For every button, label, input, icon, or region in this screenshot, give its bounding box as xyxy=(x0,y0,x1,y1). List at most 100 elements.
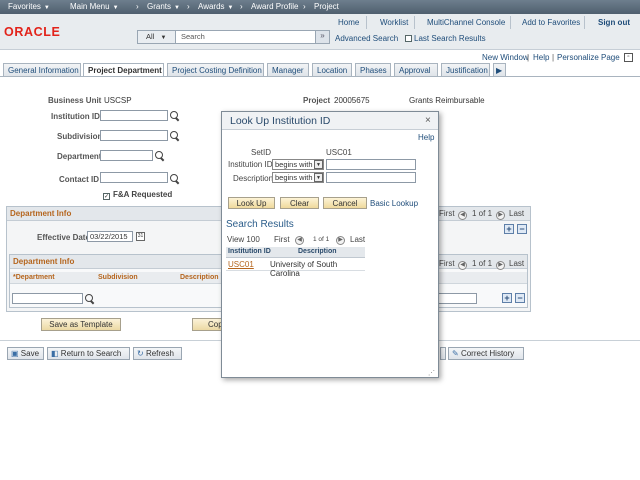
refresh-icon: ↻ xyxy=(137,349,144,358)
tab-project-department[interactable]: Project Department xyxy=(83,63,164,76)
expand-icon[interactable]: ▫ xyxy=(624,53,633,62)
lookup-icon[interactable] xyxy=(155,151,165,161)
results-last[interactable]: Last xyxy=(350,235,365,244)
dept-nav-last[interactable]: Last xyxy=(509,209,524,218)
dept-nav-count: 1 of 1 xyxy=(472,209,493,218)
return-to-search-button[interactable]: ◧ Return to Search xyxy=(47,347,130,360)
favorites-menu[interactable]: Favorites ▼ xyxy=(8,2,50,11)
lookup-description-input[interactable] xyxy=(326,172,416,183)
business-unit-label: Business Unit xyxy=(48,96,102,105)
multichannel-console-link[interactable]: MultiChannel Console xyxy=(427,18,505,27)
lookup-icon[interactable] xyxy=(85,294,95,304)
next-arrow-icon[interactable]: ▶ xyxy=(496,258,505,270)
inner-nav-last[interactable]: Last xyxy=(509,259,524,268)
next-arrow-icon[interactable]: ▶ xyxy=(336,233,345,245)
save-icon: ▣ xyxy=(11,349,19,358)
tab-justification[interactable]: Justification xyxy=(441,63,490,76)
project-label: Project xyxy=(303,96,331,105)
row-field-input[interactable] xyxy=(438,293,477,304)
save-button[interactable]: ▣ Save xyxy=(7,347,44,360)
view-100-link[interactable]: View 100 xyxy=(227,235,260,244)
tab-divider xyxy=(0,76,640,77)
business-unit-value: USCSP xyxy=(104,96,132,105)
delete-row-icon[interactable]: − xyxy=(515,293,525,303)
save-as-template-button[interactable]: Save as Template xyxy=(41,318,121,331)
col-subdivision: Subdivision xyxy=(98,274,138,281)
setid-label: SetID xyxy=(251,148,272,157)
fa-requested-label: F&A Requested xyxy=(113,190,173,199)
tab-project-costing-definition[interactable]: Project Costing Definition xyxy=(167,63,264,76)
calendar-icon[interactable]: 31 xyxy=(136,232,145,241)
tab-phases[interactable]: Phases xyxy=(355,63,391,76)
search-results-table: Institution ID Description USC01 Univers… xyxy=(226,247,365,278)
effective-date-input[interactable]: 03/22/2015 xyxy=(87,231,133,242)
lookup-icon[interactable] xyxy=(170,174,180,184)
oracle-logo: ORACLE xyxy=(4,25,61,39)
lookup-button[interactable]: Look Up xyxy=(228,197,275,209)
lookup-institution-id-input[interactable] xyxy=(326,159,416,170)
hidden-toolbar-button[interactable] xyxy=(440,347,446,360)
delete-row-icon[interactable]: − xyxy=(517,224,527,234)
correct-history-button[interactable]: ✎ Correct History xyxy=(448,347,524,360)
add-row-icon[interactable]: + xyxy=(502,293,512,303)
search-go-button[interactable]: » xyxy=(315,31,329,43)
table-row[interactable]: USC01 University of South Carolina xyxy=(226,259,365,278)
inner-nav-count: 1 of 1 xyxy=(472,259,493,268)
result-institution-id-link[interactable]: USC01 xyxy=(228,260,254,269)
department-row-input[interactable] xyxy=(12,293,83,304)
tab-approval[interactable]: Approval xyxy=(394,63,438,76)
search-scope-select[interactable]: All ▼ xyxy=(138,31,176,43)
contact-id-input[interactable] xyxy=(100,172,168,183)
header-divider xyxy=(584,16,585,29)
results-first[interactable]: First xyxy=(274,235,290,244)
advanced-search-link[interactable]: Advanced Search xyxy=(335,34,398,43)
project-value: 20005675 xyxy=(334,96,370,105)
next-arrow-icon[interactable]: ▶ xyxy=(496,208,505,220)
header-divider xyxy=(414,16,415,29)
close-icon[interactable]: × xyxy=(425,115,431,126)
breadcrumb-awards[interactable]: Awards ▼ xyxy=(198,2,233,11)
worklist-link[interactable]: Worklist xyxy=(380,18,408,27)
result-description-link[interactable]: University of South Carolina xyxy=(270,260,365,278)
institution-id-input[interactable] xyxy=(100,110,168,121)
search-input[interactable]: Search xyxy=(181,32,205,41)
copy-button[interactable]: Cop xyxy=(192,318,223,331)
prev-arrow-icon[interactable]: ◀ xyxy=(295,233,304,245)
next-tab-icon[interactable]: ▶ xyxy=(493,63,506,76)
clear-button[interactable]: Clear xyxy=(280,197,319,209)
prev-arrow-icon[interactable]: ◀ xyxy=(458,208,467,220)
tab-general-information[interactable]: General Information xyxy=(3,63,81,76)
inner-nav-first[interactable]: First xyxy=(439,259,455,268)
sign-out-link[interactable]: Sign out xyxy=(598,18,630,27)
dropdown-arrow-icon[interactable]: ▼ xyxy=(314,160,323,169)
tab-manager[interactable]: Manager xyxy=(267,63,309,76)
breadcrumb-grants[interactable]: Grants ▼ xyxy=(147,2,180,11)
lookup-icon[interactable] xyxy=(170,111,180,121)
cancel-button[interactable]: Cancel xyxy=(323,197,367,209)
subdivision-input[interactable] xyxy=(100,130,168,141)
lookup-help-link[interactable]: Help xyxy=(418,133,434,142)
lookup-description-label: Description xyxy=(233,174,274,183)
tab-location[interactable]: Location xyxy=(312,63,352,76)
add-row-icon[interactable]: + xyxy=(504,224,514,234)
prev-arrow-icon[interactable]: ◀ xyxy=(458,258,467,270)
department-input[interactable] xyxy=(100,150,153,161)
dept-nav-first[interactable]: First xyxy=(439,209,455,218)
resize-grip-icon[interactable]: ⋰ xyxy=(428,369,435,377)
breadcrumb-project[interactable]: Project xyxy=(314,2,339,11)
fa-requested-checkbox[interactable]: ✓ xyxy=(103,190,112,200)
personalize-page-link[interactable]: Personalize Page xyxy=(557,53,620,62)
dropdown-arrow-icon[interactable]: ▼ xyxy=(314,173,323,182)
add-to-favorites-link[interactable]: Add to Favorites xyxy=(522,18,580,27)
last-search-results-link[interactable]: Last Search Results xyxy=(405,34,486,43)
help-link[interactable]: Help xyxy=(533,53,549,62)
breadcrumb-separator: › xyxy=(136,2,139,11)
lookup-dialog-titlebar[interactable]: Look Up Institution ID × xyxy=(222,112,438,130)
basic-lookup-link[interactable]: Basic Lookup xyxy=(370,199,418,208)
home-link[interactable]: Home xyxy=(338,18,359,27)
main-menu[interactable]: Main Menu ▼ xyxy=(70,2,119,11)
lookup-icon[interactable] xyxy=(170,131,180,141)
breadcrumb-award-profile[interactable]: Award Profile xyxy=(251,2,298,11)
new-window-link[interactable]: New Window xyxy=(482,53,529,62)
refresh-button[interactable]: ↻ Refresh xyxy=(133,347,182,360)
